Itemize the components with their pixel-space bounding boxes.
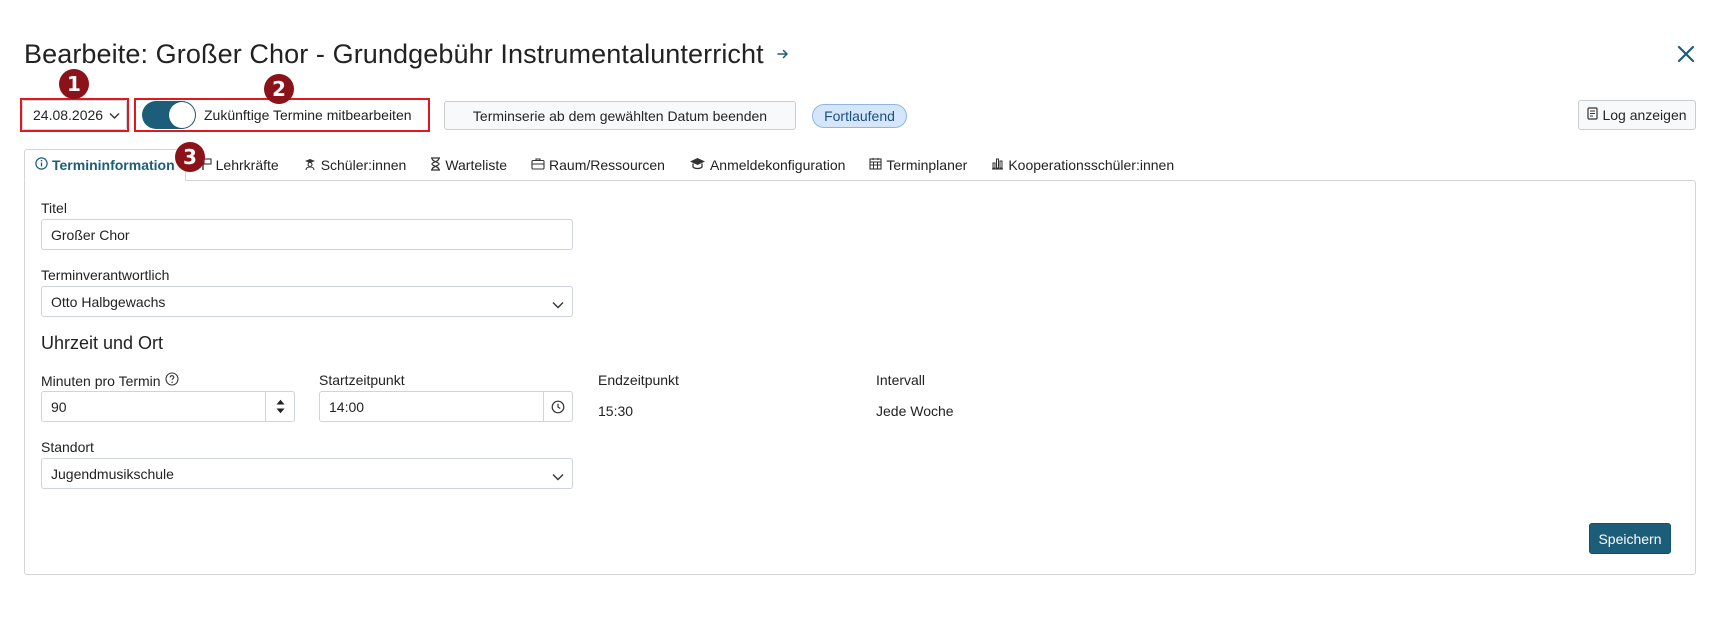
location-value: Jugendmusikschule <box>51 465 174 482</box>
tab-kooperationsschueler[interactable]: Kooperationsschüler:innen <box>979 149 1186 181</box>
tab-anmeldekonfiguration[interactable]: Anmeldekonfiguration <box>677 149 857 181</box>
quantity-stepper[interactable] <box>265 392 294 421</box>
tab-label: Warteliste <box>445 157 508 173</box>
page-title: Bearbeite: Großer Chor - Grundgebühr Ins… <box>24 38 764 69</box>
responsible-label: Terminverantwortlich <box>41 267 170 283</box>
tab-label: Kooperationsschüler:innen <box>1008 157 1175 173</box>
tab-warteliste[interactable]: Warteliste <box>418 149 519 181</box>
tab-raum-ressourcen[interactable]: Raum/Ressourcen <box>519 149 677 181</box>
responsible-value: Otto Halbgewachs <box>51 293 166 310</box>
info-icon <box>35 157 48 173</box>
location-label: Standort <box>41 439 94 455</box>
annotation-marker-2: 2 <box>264 74 294 104</box>
tab-label: Termininformation <box>52 157 175 173</box>
open-link-arrow-icon[interactable] <box>776 47 790 61</box>
minutes-label-group: Minuten pro Termin <box>41 372 179 389</box>
close-icon[interactable] <box>1672 40 1700 68</box>
stepper-up-icon[interactable] <box>276 399 285 405</box>
stepper-down-icon[interactable] <box>276 408 285 414</box>
end-value: 15:30 <box>598 403 634 419</box>
interval-value: Jede Woche <box>876 403 954 419</box>
start-label: Startzeitpunkt <box>319 372 405 388</box>
chevron-down-icon <box>109 107 120 123</box>
date-select[interactable]: 24.08.2026 <box>22 100 127 130</box>
toolbar: 24.08.2026 Zukünftige Termine mitbearbei… <box>20 98 1696 132</box>
tab-termininformation[interactable]: Termininformation <box>24 149 186 181</box>
end-series-button[interactable]: Terminserie ab dem gewählten Datum beend… <box>444 101 796 130</box>
chevron-down-icon <box>552 296 564 312</box>
help-icon[interactable] <box>165 372 179 389</box>
title-input[interactable]: Großer Chor <box>41 219 573 250</box>
log-button-label: Log anzeigen <box>1602 107 1687 123</box>
toggle-switch[interactable] <box>142 101 196 129</box>
tab-bar: Termininformation Lehrkräfte Schüler:inn… <box>24 149 1696 181</box>
tab-label: Lehrkräfte <box>215 157 279 173</box>
clock-icon[interactable] <box>543 392 572 421</box>
annotation-marker-3: 3 <box>175 142 205 172</box>
tab-label: Schüler:innen <box>320 157 407 173</box>
tab-schueler[interactable]: Schüler:innen <box>291 149 419 181</box>
start-time-input[interactable]: 14:00 <box>319 391 573 422</box>
students-icon <box>303 157 317 174</box>
start-value: 14:00 <box>329 398 365 415</box>
date-value: 24.08.2026 <box>33 107 104 123</box>
briefcase-icon <box>531 157 545 173</box>
responsible-select[interactable]: Otto Halbgewachs <box>41 286 573 317</box>
location-select[interactable]: Jugendmusikschule <box>41 458 573 489</box>
minutes-value: 90 <box>51 398 67 415</box>
title-label: Titel <box>41 200 67 216</box>
show-log-button[interactable]: Log anzeigen <box>1578 100 1696 130</box>
bar-chart-icon <box>991 157 1004 173</box>
save-button[interactable]: Speichern <box>1589 523 1671 554</box>
tab-panel-termininformation: Titel Großer Chor Terminverantwortlich O… <box>24 180 1696 575</box>
minutes-label: Minuten pro Termin <box>41 372 161 389</box>
hourglass-icon <box>430 156 441 174</box>
toggle-label: Zukünftige Termine mitbearbeiten <box>204 107 412 123</box>
calendar-icon <box>869 157 882 173</box>
future-appointments-toggle[interactable]: Zukünftige Termine mitbearbeiten <box>142 100 412 130</box>
minutes-input[interactable]: 90 <box>41 391 295 422</box>
toggle-knob <box>169 102 195 128</box>
interval-label: Intervall <box>876 372 926 388</box>
tab-label: Anmeldekonfiguration <box>709 157 846 173</box>
dialog-header: Bearbeite: Großer Chor - Grundgebühr Ins… <box>24 34 1700 74</box>
tab-label: Terminplaner <box>886 157 968 173</box>
status-badge: Fortlaufend <box>812 104 907 128</box>
end-label: Endzeitpunkt <box>598 372 679 388</box>
section-heading: Uhrzeit und Ort <box>41 333 164 353</box>
annotation-marker-1: 1 <box>59 69 89 99</box>
tab-terminplaner[interactable]: Terminplaner <box>857 149 979 181</box>
tab-label: Raum/Ressourcen <box>549 157 665 173</box>
chevron-down-icon <box>552 468 564 484</box>
document-icon <box>1587 107 1599 123</box>
graduation-cap-icon <box>689 157 706 173</box>
